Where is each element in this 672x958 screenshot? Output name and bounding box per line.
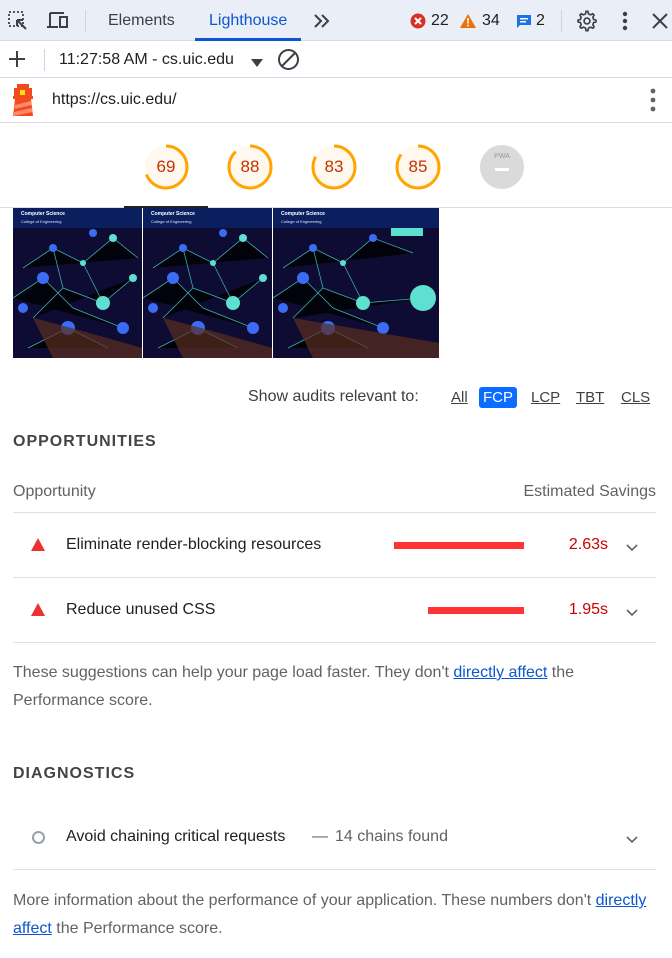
chevron-down-icon[interactable] bbox=[626, 831, 638, 844]
gauge-score: 88 bbox=[240, 157, 260, 176]
error-count[interactable]: 22 bbox=[431, 0, 449, 42]
audit-title: Avoid chaining critical requests bbox=[66, 828, 286, 845]
frame-title: Computer Science bbox=[151, 211, 195, 217]
gauge-best-practices[interactable]: 83 bbox=[311, 144, 357, 190]
audit-row[interactable]: Reduce unused CSS 1.95s bbox=[13, 578, 656, 642]
plus-icon[interactable] bbox=[7, 49, 27, 74]
frame-title: Computer Science bbox=[21, 211, 65, 217]
opportunity-column-header: Opportunity bbox=[13, 483, 96, 500]
gauge-score: 85 bbox=[408, 157, 428, 176]
audit-display-value: 14 chains found bbox=[335, 828, 448, 845]
report-menu-icon[interactable] bbox=[650, 88, 656, 117]
pwa-label: PWA bbox=[494, 153, 510, 160]
filter-lcp[interactable]: LCP bbox=[527, 387, 564, 408]
audit-row[interactable]: Avoid chaining critical requests — 14 ch… bbox=[13, 805, 656, 869]
description-text: These suggestions can help your page loa… bbox=[13, 664, 454, 681]
report-selector-label: 11:27:58 AM - cs.uic.edu bbox=[59, 51, 234, 68]
gauge-score: 69 bbox=[156, 157, 176, 176]
clear-icon[interactable] bbox=[277, 48, 300, 76]
divider bbox=[561, 10, 562, 32]
more-options-icon[interactable] bbox=[613, 9, 637, 33]
filmstrip-frame: Computer Science College of Engineering bbox=[143, 208, 272, 358]
report-url-bar: https://cs.uic.edu/ bbox=[0, 78, 672, 123]
device-toolbar-icon[interactable] bbox=[46, 9, 70, 33]
gauge-performance[interactable]: 69 bbox=[143, 144, 189, 190]
filmstrip-frame: Computer Science College of Engineering bbox=[273, 208, 439, 358]
description-text: More information about the performance o… bbox=[13, 892, 596, 909]
tab-lighthouse[interactable]: Lighthouse bbox=[195, 0, 302, 41]
filter-tbt[interactable]: TBT bbox=[572, 387, 608, 408]
frame-subtitle: College of Engineering bbox=[281, 219, 322, 224]
fail-triangle-icon bbox=[31, 603, 45, 616]
message-count[interactable]: 2 bbox=[536, 0, 545, 42]
chevron-double-right-icon[interactable] bbox=[310, 9, 334, 33]
savings-bar bbox=[394, 542, 524, 549]
lighthouse-logo-icon bbox=[10, 83, 36, 122]
chevron-down-icon[interactable] bbox=[626, 539, 638, 552]
filter-cls[interactable]: CLS bbox=[617, 387, 654, 408]
gauge-seo[interactable]: 85 bbox=[395, 144, 441, 190]
savings-column-header: Estimated Savings bbox=[523, 483, 656, 500]
frame-title: Computer Science bbox=[281, 211, 325, 217]
report-url: https://cs.uic.edu/ bbox=[52, 91, 177, 108]
frame-subtitle: College of Engineering bbox=[21, 219, 62, 224]
gauge-accessibility[interactable]: 88 bbox=[227, 144, 273, 190]
audit-title: Reduce unused CSS bbox=[66, 601, 216, 618]
audit-savings: 1.95s bbox=[568, 601, 608, 618]
divider bbox=[13, 642, 656, 643]
filter-all[interactable]: All bbox=[447, 387, 472, 408]
audit-separator: — bbox=[312, 828, 328, 845]
fail-triangle-icon bbox=[31, 538, 45, 551]
filmstrip-frame: Computer Science College of Engineering bbox=[13, 208, 142, 358]
devtools-tab-bar: Elements Lighthouse 22 34 2 bbox=[0, 0, 672, 41]
gauge-score: 83 bbox=[324, 157, 344, 176]
informative-circle-icon bbox=[32, 831, 45, 844]
opportunities-heading: OPPORTUNITIES bbox=[13, 433, 157, 450]
audit-row[interactable]: Eliminate render-blocking resources 2.63… bbox=[13, 513, 656, 577]
warning-count[interactable]: 34 bbox=[482, 0, 500, 42]
divider bbox=[85, 10, 86, 32]
gear-icon[interactable] bbox=[575, 9, 599, 33]
inspect-element-icon[interactable] bbox=[6, 9, 30, 33]
filter-label: Show audits relevant to: bbox=[248, 388, 419, 405]
filter-fcp[interactable]: FCP bbox=[479, 387, 517, 408]
divider bbox=[44, 49, 45, 71]
divider bbox=[13, 869, 656, 870]
directly-affect-link[interactable]: directly affect bbox=[453, 664, 547, 681]
message-icon[interactable] bbox=[512, 9, 536, 33]
opportunities-description: These suggestions can help your page loa… bbox=[13, 659, 653, 715]
chevron-down-icon[interactable] bbox=[626, 604, 638, 617]
savings-bar bbox=[427, 607, 524, 614]
close-icon[interactable] bbox=[648, 9, 672, 33]
tab-elements[interactable]: Elements bbox=[108, 0, 175, 41]
caret-down-icon bbox=[251, 55, 263, 73]
gauge-pwa[interactable]: PWA bbox=[479, 144, 525, 190]
filmstrip: Computer Science College of Engineering … bbox=[13, 208, 440, 358]
error-icon[interactable] bbox=[406, 9, 430, 33]
audit-savings: 2.63s bbox=[568, 536, 608, 553]
frame-subtitle: College of Engineering bbox=[151, 219, 192, 224]
diagnostics-description: More information about the performance o… bbox=[13, 887, 653, 943]
score-gauges: 69 88 83 85 PWA bbox=[0, 123, 672, 208]
metric-filter: Show audits relevant to: All FCP LCP TBT… bbox=[0, 384, 672, 410]
lighthouse-toolbar: 11:27:58 AM - cs.uic.edu bbox=[0, 41, 672, 78]
diagnostics-heading: DIAGNOSTICS bbox=[13, 765, 136, 782]
audit-title: Eliminate render-blocking resources bbox=[66, 536, 322, 553]
description-text: the Performance score. bbox=[51, 920, 223, 937]
warning-icon[interactable] bbox=[456, 9, 480, 33]
